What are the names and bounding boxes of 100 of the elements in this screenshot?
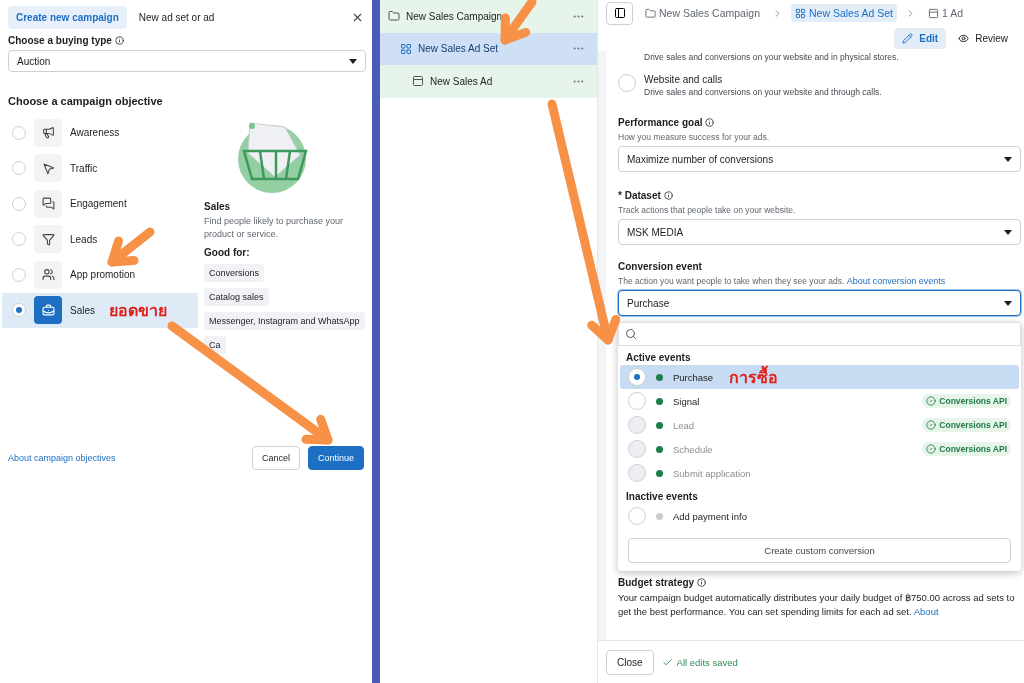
objective-label: Sales: [70, 304, 95, 316]
objective-option[interactable]: Sales ยอดขาย: [2, 292, 198, 328]
folder-icon: [388, 10, 400, 23]
window-icon: [928, 7, 939, 19]
event-option[interactable]: Purchase การซื้อ: [620, 365, 1019, 389]
event-option[interactable]: Signal Conversions API: [620, 389, 1019, 413]
option-description: Drive sales and conversions on your website and in physical stores.: [644, 52, 899, 62]
pointer-glyph-icon: [41, 161, 55, 175]
api-badge: Conversions API: [922, 394, 1011, 408]
help-link[interactable]: About campaign objectives: [8, 453, 116, 463]
field-hint: The action you want people to take when they see your ads. About conversion events: [618, 276, 947, 286]
objective-title: Sales: [204, 201, 231, 212]
window-icon: [412, 75, 424, 88]
section-heading: Choose a campaign objective: [8, 95, 164, 107]
eye-icon: [958, 33, 970, 44]
use-case-tag: Conversions: [204, 264, 265, 282]
select-field[interactable]: Purchase: [618, 290, 1021, 316]
objective-option[interactable]: Leads: [2, 221, 198, 257]
folder-icon: [645, 7, 656, 19]
objective-label: Traffic: [70, 162, 98, 174]
use-case-tag: Catalog sales: [204, 288, 269, 306]
mode-tab[interactable]: Edit: [894, 28, 947, 49]
annotation-text: การซื้อ: [729, 364, 779, 389]
tree-item-label: New Sales Ad Set: [418, 43, 499, 55]
megaphone-glyph-icon: [41, 126, 55, 140]
tree-item[interactable]: New Sales Ad Set: [380, 32, 597, 65]
event-name: Lead: [673, 419, 695, 431]
radio-button[interactable]: [618, 74, 636, 92]
tree-item-label: New Sales Ad: [430, 75, 493, 87]
objective-label: App promotion: [70, 269, 136, 281]
panel-toggle-icon[interactable]: [606, 1, 633, 25]
select-field[interactable]: Maximize number of conversions: [618, 146, 1021, 172]
annotation-text: ยอดขาย: [109, 299, 167, 322]
api-badge: Conversions API: [922, 442, 1011, 456]
caret-icon: [1004, 229, 1012, 235]
search-icon: [625, 328, 637, 340]
good-for-label: Good for:: [204, 247, 250, 258]
event-name: Submit application: [673, 467, 751, 479]
objective-label: Engagement: [70, 198, 127, 210]
tab[interactable]: Create new campaign: [8, 6, 127, 29]
caret-icon: [349, 58, 357, 64]
info-icon: [705, 118, 715, 127]
field-label: Choose a buying type: [8, 35, 112, 46]
budget-description: Your campaign budget automatically distributes your daily budget of ฿750.00 across ad sets to get the best performance. You can set spending limits for each ad set. About: [618, 591, 1016, 619]
field-label: * Dataset: [618, 190, 661, 201]
help-link[interactable]: About conversion events: [846, 276, 946, 286]
event-name: Schedule: [673, 443, 713, 455]
mode-tab[interactable]: Review: [950, 28, 1016, 49]
event-name: Signal: [673, 395, 700, 407]
arrow-drawing: [107, 227, 155, 267]
use-case-tag: Messenger, Instagram and WhatsApp: [204, 312, 365, 330]
event-option[interactable]: Add payment info: [620, 504, 1019, 528]
group-title: Inactive events: [625, 490, 699, 504]
field-hint: How you measure success for your ads.: [618, 132, 771, 142]
group-title: Active events: [625, 351, 692, 365]
objective-option[interactable]: Engagement: [2, 186, 198, 222]
info-icon: [663, 191, 673, 200]
help-link[interactable]: About: [913, 606, 939, 617]
breadcrumb[interactable]: New Sales Ad Set: [790, 4, 897, 22]
breadcrumb[interactable]: 1 Ad: [924, 4, 968, 22]
caret-icon: [1004, 156, 1012, 162]
field-label: Conversion event: [618, 261, 702, 272]
filter-glyph-icon: [41, 232, 55, 246]
field-hint: Track actions that people take on your website.: [618, 205, 797, 215]
event-name: Purchase: [673, 371, 714, 383]
select-field[interactable]: Auction: [8, 50, 366, 72]
grid-icon: [400, 42, 412, 55]
objective-label: Awareness: [70, 127, 120, 139]
caret-icon: [1004, 300, 1012, 306]
close-button[interactable]: Close: [606, 649, 654, 675]
objective-label: Leads: [70, 233, 98, 245]
people-glyph-icon: [41, 268, 55, 282]
cancel-button[interactable]: Cancel: [251, 446, 300, 470]
objective-option[interactable]: App promotion: [2, 257, 198, 293]
option-description: Drive sales and conversions on your website and through calls.: [644, 87, 882, 97]
api-badge: Conversions API: [922, 418, 1011, 432]
breadcrumb[interactable]: New Sales Campaign: [641, 4, 764, 22]
create-conversion-button[interactable]: Create custom conversion: [628, 538, 1011, 563]
option-title: Website and calls: [644, 74, 724, 85]
check-icon: [661, 656, 673, 668]
objective-option[interactable]: Awareness: [2, 115, 198, 151]
field-label: Budget strategy: [618, 577, 695, 588]
search-field[interactable]: [618, 322, 1021, 346]
objective-description: Find people likely to purchase your product or service.: [204, 215, 345, 241]
save-status: All edits saved: [661, 656, 738, 668]
tree-item-label: New Sales Campaign: [406, 10, 503, 22]
info-icon: [697, 578, 707, 587]
tree-item[interactable]: New Sales Ad: [380, 65, 597, 98]
continue-button[interactable]: Continue: [307, 446, 364, 470]
info-icon: [114, 36, 124, 45]
chat-glyph-icon: [41, 197, 55, 211]
grid-icon: [794, 7, 806, 19]
tree-item[interactable]: New Sales Campaign: [380, 0, 597, 33]
tab[interactable]: New ad set or ad: [130, 6, 223, 29]
field-label: Performance goal: [618, 117, 703, 128]
objective-option[interactable]: Traffic: [2, 150, 198, 186]
pencil-icon: [902, 33, 914, 44]
event-name: Add payment info: [673, 510, 747, 522]
arrow-drawing: [500, 0, 537, 45]
select-field[interactable]: MSK MEDIA: [618, 219, 1021, 245]
